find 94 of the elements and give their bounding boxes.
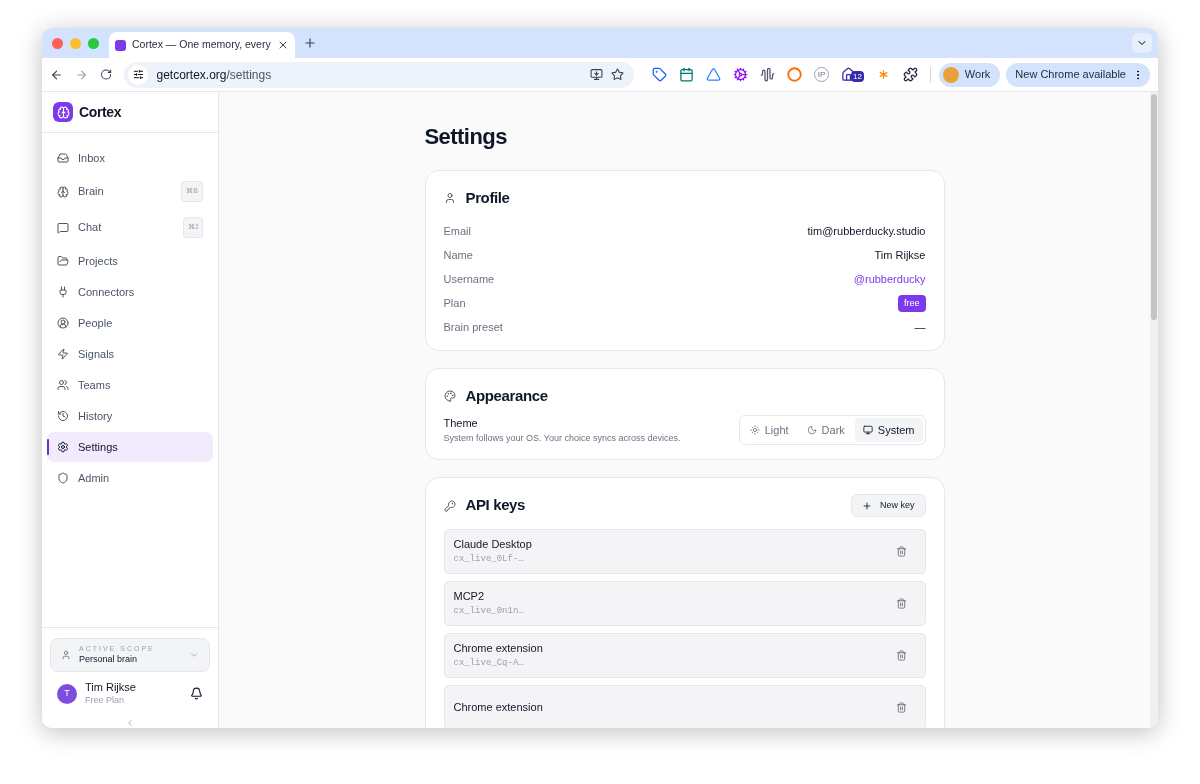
person-icon [443,192,456,205]
forward-icon[interactable] [75,67,89,82]
new-key-button[interactable]: New key [851,494,926,517]
field-value: — [914,320,926,336]
person-icon [57,317,69,329]
plug-icon [57,286,69,298]
nav-item[interactable]: Teams [47,370,213,400]
users-icon [57,379,69,391]
count-badge: 12 [851,71,864,82]
user-avatar: T [57,683,77,704]
moon-icon [806,425,817,435]
key-name: Chrome extension [453,700,544,715]
nav-item[interactable]: Admin [47,463,213,493]
close-icon[interactable] [277,39,289,51]
theme-option[interactable]: System [854,418,923,442]
chevron-icon [189,650,199,660]
key-name: Claude Desktop [453,538,533,552]
card-title: API keys [465,495,527,516]
history-icon [57,410,69,422]
user-plan: Free Plan [85,694,126,706]
delete-icon[interactable] [895,598,907,609]
calendar-icon[interactable] [679,67,694,82]
palette-icon [443,389,456,402]
delete-icon[interactable] [895,546,907,557]
inbox-icon [57,152,69,164]
sun-icon [749,425,760,435]
nav-item[interactable]: People [47,308,213,338]
person-icon [61,650,71,660]
nav-item[interactable]: Connectors [47,277,213,307]
field-label: Name [443,248,473,264]
user-name: Tim Rijkse [85,681,137,695]
bookmark-icon[interactable] [611,68,624,81]
theme-hint: System follows your OS. Your choice syncs across devices. [443,431,681,445]
key-value: cx_live_0n1n… [453,605,525,617]
card-title: Appearance [465,385,548,406]
reload-icon[interactable] [100,68,113,81]
field-label: Brain preset [443,320,503,336]
key-name: MCP2 [453,590,486,604]
scope-value: Personal brain [79,653,139,665]
lightning-icon [57,348,69,360]
nav-item[interactable]: Projects [47,246,213,276]
triangle-icon[interactable] [706,67,721,82]
extensions-icon[interactable] [902,67,918,82]
site-settings-icon[interactable] [133,69,144,80]
monitor-icon [862,425,873,435]
gear-icon[interactable] [733,67,748,82]
field-value: Tim Rijkse [874,248,926,264]
key-icon [443,499,456,512]
folder-icon [57,255,69,267]
theme-label: Theme [443,416,479,431]
profile-button[interactable]: Work [938,62,1001,87]
key-name: Chrome extension [453,642,544,656]
nav-item[interactable]: History [47,401,213,431]
card-title: Profile [465,188,510,208]
username-link[interactable]: @rubberducky [853,271,926,288]
field-value: tim@rubberducky.studio [807,224,926,240]
plus-icon [862,500,872,511]
scrollbar-thumb[interactable] [1151,94,1157,320]
close-window-button[interactable] [52,37,63,49]
nav-item[interactable]: Inbox [47,143,213,173]
back-icon[interactable] [50,67,64,82]
tab-search-button[interactable] [1132,33,1152,53]
bell-icon[interactable] [190,687,203,700]
delete-icon[interactable] [895,650,907,661]
theme-option[interactable]: Dark [798,418,853,442]
plan-badge: free [898,294,926,313]
address-bar[interactable]: getcortex.org/settings [124,61,634,88]
install-icon[interactable] [590,68,603,81]
avatar-icon [942,66,959,83]
url-text: getcortex.org/settings [156,66,273,84]
ring-icon[interactable] [787,67,802,82]
field-label: Email [443,224,471,240]
nav-item[interactable]: Settings [47,432,213,462]
logo-icon [53,102,73,122]
new-tab-icon[interactable] [303,36,317,50]
chat-icon [57,221,69,234]
update-button[interactable]: New Chrome available [1006,62,1150,87]
key-value: cx_live_0Lf-… [453,553,525,565]
settings-icon [57,441,69,453]
page-title: Settings [424,123,508,151]
wave-icon[interactable] [760,67,775,82]
app-name: Cortex [79,102,122,122]
field-label: Plan [443,296,466,312]
delete-icon[interactable] [895,702,907,713]
tab-title: Cortex — One memory, every [132,37,271,53]
browser-tab[interactable]: Cortex — One memory, every [109,32,295,58]
brain-icon [57,185,69,198]
nav-item[interactable]: Signals [47,339,213,369]
field-label: Username [443,272,495,288]
theme-option[interactable]: Light [741,418,797,442]
shield-icon [57,472,69,484]
tag-icon[interactable] [652,67,667,82]
app-favicon [115,39,126,51]
key-value: cx_live_Cq-A… [453,657,525,669]
